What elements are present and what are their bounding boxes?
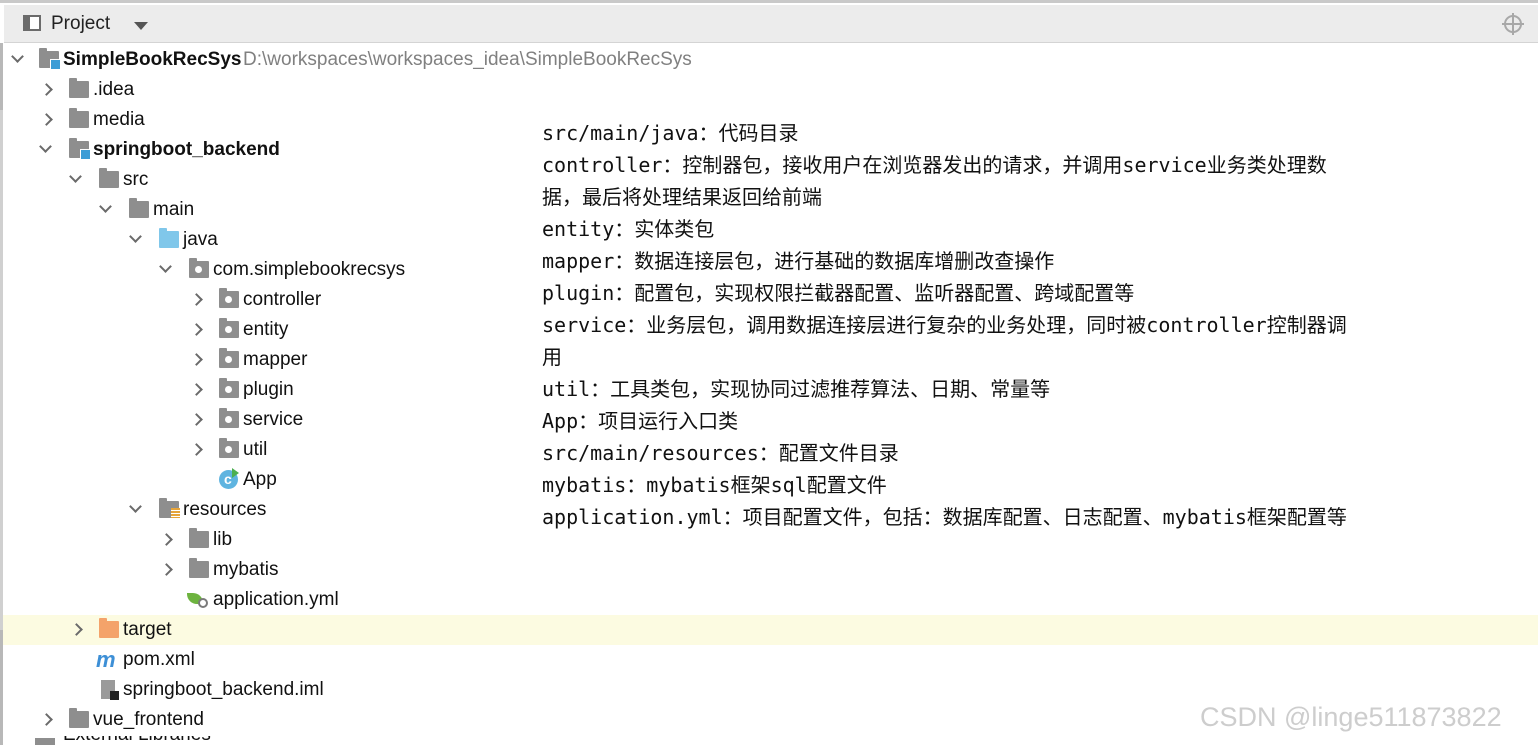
chevron-down-icon[interactable] xyxy=(8,45,30,75)
package-icon xyxy=(219,348,239,368)
chevron-right-icon[interactable] xyxy=(186,285,208,315)
tree-item-label: vue_frontend xyxy=(93,709,204,730)
csdn-watermark: CSDN @linge511873822 xyxy=(1200,702,1502,732)
source-folder-icon xyxy=(159,228,179,248)
chevron-right-icon[interactable] xyxy=(36,105,58,135)
note-line: mybatis：mybatis框架sql配置文件 xyxy=(542,473,887,497)
project-panel-header: Project xyxy=(4,5,1538,43)
tree-item-label: controller xyxy=(243,289,322,310)
folder-icon xyxy=(69,708,89,728)
folder-icon xyxy=(69,108,89,128)
chevron-right-icon[interactable] xyxy=(36,705,58,735)
tree-row-pom-xml[interactable]: m pom.xml xyxy=(3,645,1538,675)
note-line: application.yml：项目配置文件，包括：数据库配置、日志配置、myb… xyxy=(542,505,1347,529)
tree-item-label: .idea xyxy=(93,79,135,100)
folder-icon xyxy=(99,168,119,188)
java-class-run-icon xyxy=(219,464,239,494)
package-icon xyxy=(219,288,239,308)
package-icon xyxy=(189,258,209,278)
package-icon xyxy=(219,438,239,458)
note-line: controller：控制器包，接收用户在浏览器发出的请求，并调用service… xyxy=(542,153,1327,177)
project-view-title[interactable]: Project xyxy=(51,13,110,35)
tree-item-label: External Libraries xyxy=(63,736,211,745)
library-icon xyxy=(35,738,55,745)
chevron-down-icon[interactable] xyxy=(156,255,178,285)
tree-item-label: pom.xml xyxy=(123,649,195,670)
project-view-icon xyxy=(23,15,41,31)
root-project-path: D:\workspaces\workspaces_idea\SimpleBook… xyxy=(243,49,692,70)
tree-item-label: java xyxy=(183,229,218,250)
tree-row-application-yml[interactable]: application.yml xyxy=(3,585,1538,615)
folder-icon xyxy=(69,78,89,98)
folder-icon xyxy=(129,198,149,218)
window-top-border xyxy=(0,0,1538,3)
annotation-text: src/main/java：代码目录 controller：控制器包，接收用户在… xyxy=(542,117,1502,533)
module-file-icon xyxy=(101,680,119,700)
tree-row-target[interactable]: target xyxy=(3,615,1538,645)
folder-icon xyxy=(189,558,209,578)
chevron-right-icon[interactable] xyxy=(156,525,178,555)
note-line: entity：实体类包 xyxy=(542,217,715,241)
tree-row-mybatis[interactable]: mybatis xyxy=(3,555,1538,585)
chevron-right-icon[interactable] xyxy=(186,315,208,345)
spring-config-icon xyxy=(187,591,209,609)
tree-item-label: entity xyxy=(243,319,289,340)
chevron-down-icon[interactable] xyxy=(96,195,118,225)
folder-icon xyxy=(189,528,209,548)
tree-item-label: plugin xyxy=(243,379,294,400)
maven-icon: m xyxy=(96,647,116,672)
tree-row-external-libraries[interactable]: External Libraries xyxy=(35,736,235,745)
project-folder-icon xyxy=(39,48,61,70)
note-line: 用 xyxy=(542,345,562,369)
chevron-down-icon[interactable] xyxy=(66,165,88,195)
tree-item-label: springboot_backend.iml xyxy=(123,679,324,700)
chevron-right-icon[interactable] xyxy=(186,405,208,435)
package-icon xyxy=(219,318,239,338)
tree-item-label: com.simplebookrecsys xyxy=(213,259,406,280)
tree-item-label: lib xyxy=(213,529,233,550)
excluded-folder-icon xyxy=(99,618,119,638)
chevron-down-icon[interactable] xyxy=(36,135,58,165)
tree-row-idea[interactable]: .idea xyxy=(3,75,1538,105)
package-icon xyxy=(219,378,239,398)
tree-item-label: App xyxy=(243,469,277,490)
chevron-down-icon[interactable] xyxy=(126,225,148,255)
note-line: util：工具类包，实现协同过滤推荐算法、日期、常量等 xyxy=(542,377,1051,401)
chevron-right-icon[interactable] xyxy=(66,615,88,645)
root-project-name: SimpleBookRecSys xyxy=(63,49,242,70)
tree-item-label: springboot_backend xyxy=(93,139,280,160)
note-line: src/main/java：代码目录 xyxy=(542,121,799,145)
package-icon xyxy=(219,408,239,428)
chevron-down-icon[interactable] xyxy=(134,22,148,30)
chevron-right-icon[interactable] xyxy=(186,435,208,465)
tree-row-root[interactable]: SimpleBookRecSys D:\workspaces\workspace… xyxy=(3,45,1538,75)
chevron-right-icon[interactable] xyxy=(156,555,178,585)
locate-file-icon[interactable] xyxy=(1502,13,1524,35)
tree-item-label: service xyxy=(243,409,304,430)
tree-item-label: mybatis xyxy=(213,559,279,580)
chevron-right-icon[interactable] xyxy=(186,345,208,375)
tree-row-iml[interactable]: springboot_backend.iml xyxy=(3,675,1538,705)
tree-item-label: src xyxy=(123,169,149,190)
note-line: plugin：配置包，实现权限拦截器配置、监听器配置、跨域配置等 xyxy=(542,281,1135,305)
chevron-right-icon[interactable] xyxy=(36,75,58,105)
note-line: src/main/resources：配置文件目录 xyxy=(542,441,899,465)
tree-item-label: target xyxy=(123,619,172,640)
tree-item-label: resources xyxy=(183,499,267,520)
resources-folder-icon xyxy=(159,498,180,518)
note-line: mapper：数据连接层包，进行基础的数据库增删改查操作 xyxy=(542,249,1055,273)
note-line: App：项目运行入口类 xyxy=(542,409,739,433)
tree-item-label: mapper xyxy=(243,349,308,370)
note-line: service：业务层包，调用数据连接层进行复杂的业务处理，同时被control… xyxy=(542,313,1347,337)
tree-item-label: util xyxy=(243,439,268,460)
tree-item-label: main xyxy=(153,199,195,220)
tree-item-label: application.yml xyxy=(213,589,339,610)
chevron-down-icon[interactable] xyxy=(126,495,148,525)
chevron-right-icon[interactable] xyxy=(186,375,208,405)
module-folder-icon xyxy=(69,138,91,160)
tree-item-label: media xyxy=(93,109,145,130)
note-line: 据，最后将处理结果返回给前端 xyxy=(542,185,822,209)
